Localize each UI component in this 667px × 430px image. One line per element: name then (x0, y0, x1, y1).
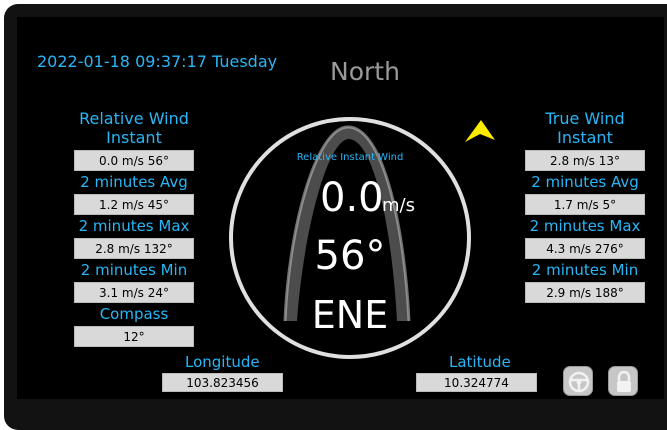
relative-max-label: 2 minutes Max (78, 217, 190, 235)
lock-button[interactable] (608, 366, 638, 396)
wind-direction-value: 56° (314, 233, 386, 279)
wind-pointer-icon (465, 120, 495, 142)
heading-label: North (330, 57, 400, 86)
display-screen: 2022-01-18 09:37:17 Tuesday North Relati… (17, 17, 664, 399)
dial-caption: Relative Instant Wind (296, 152, 404, 163)
compass-label: Compass (99, 305, 169, 323)
relative-wind-subtitle: Instant (106, 128, 162, 147)
true-avg-value: 1.7 m/s 5° (525, 194, 645, 215)
relative-instant-value: 0.0 m/s 56° (74, 150, 194, 171)
true-wind-subtitle: Instant (557, 128, 613, 147)
datetime-display: 2022-01-18 09:37:17 Tuesday (37, 52, 278, 71)
true-instant-value: 2.8 m/s 13° (525, 150, 645, 171)
longitude-value: 103.823456 (162, 373, 283, 392)
settings-button[interactable] (563, 366, 593, 396)
relative-max-value: 2.8 m/s 132° (74, 238, 194, 259)
latitude-value: 10.324774 (416, 373, 537, 392)
wind-speed-value: 0.0 (320, 175, 384, 221)
longitude-label: Longitude (185, 353, 260, 371)
wind-speed-unit: m/s (382, 195, 415, 216)
steering-wheel-icon (568, 371, 590, 393)
relative-wind-title: Relative Wind (79, 109, 189, 128)
true-max-value: 4.3 m/s 276° (525, 238, 645, 259)
true-avg-label: 2 minutes Avg (531, 173, 639, 191)
relative-min-value: 3.1 m/s 24° (74, 282, 194, 303)
wind-cardinal-value: ENE (311, 293, 389, 337)
compass-value: 12° (74, 326, 194, 347)
true-min-value: 2.9 m/s 188° (525, 282, 645, 303)
relative-avg-value: 1.2 m/s 45° (74, 194, 194, 215)
lock-icon (617, 370, 631, 392)
latitude-label: Latitude (449, 353, 511, 371)
device-bezel: 2022-01-18 09:37:17 Tuesday North Relati… (4, 4, 667, 430)
true-wind-title: True Wind (545, 109, 625, 128)
relative-avg-label: 2 minutes Avg (80, 173, 188, 191)
true-wind-panel: True Wind Instant 2.8 m/s 13° 2 minutes … (520, 109, 650, 306)
relative-min-label: 2 minutes Min (80, 261, 188, 279)
true-min-label: 2 minutes Min (531, 261, 639, 279)
true-max-label: 2 minutes Max (529, 217, 641, 235)
relative-wind-panel: Relative Wind Instant 0.0 m/s 56° 2 minu… (69, 109, 199, 350)
